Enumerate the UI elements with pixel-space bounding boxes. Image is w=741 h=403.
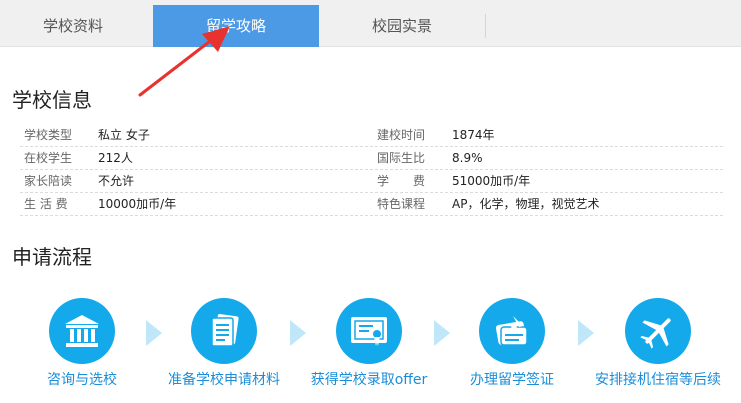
- info-label: 学 费: [377, 174, 426, 188]
- process-step[interactable]: 办理留学签证: [437, 298, 587, 389]
- tab-divider: [485, 14, 486, 38]
- info-value: 1874年: [452, 128, 495, 142]
- tab-campus-photos[interactable]: 校园实景: [319, 5, 485, 47]
- process-step[interactable]: 准备学校申请材料: [149, 298, 299, 389]
- info-label: 在校学生: [24, 151, 73, 165]
- info-value: AP，化学，物理，视觉艺术: [452, 197, 600, 211]
- certificate-icon: [351, 317, 387, 346]
- info-value: 私立 女子: [98, 128, 150, 142]
- step-circle: [479, 298, 545, 364]
- step-label: 安排接机住宿等后续: [595, 372, 721, 388]
- info-row: 生 活 费 10000加币/年 特色课程 AP，化学，物理，视觉艺术: [20, 193, 723, 216]
- step-circle: [625, 298, 691, 364]
- info-value: 212人: [98, 151, 133, 165]
- step-circle: [49, 298, 115, 364]
- tab-bar: 学校资料 留学攻略 校园实景: [0, 0, 741, 47]
- tab-school-profile[interactable]: 学校资料: [0, 5, 146, 47]
- process-step[interactable]: 安排接机住宿等后续: [583, 298, 733, 389]
- info-row: 在校学生 212人 国际生比 8.9%: [20, 147, 723, 170]
- school-info-title: 学校信息: [12, 88, 92, 112]
- info-label: 生 活 费: [24, 197, 68, 211]
- bank-icon: [65, 315, 99, 347]
- step-label: 获得学校录取offer: [310, 372, 428, 388]
- step-label: 办理留学签证: [470, 372, 554, 388]
- process-step[interactable]: 咨询与选校: [7, 298, 157, 389]
- step-label: 准备学校申请材料: [168, 372, 280, 388]
- info-label: 特色课程: [377, 197, 426, 211]
- process-title: 申请流程: [12, 245, 92, 269]
- process-step[interactable]: 获得学校录取offer: [294, 298, 444, 389]
- info-value: 10000加币/年: [98, 197, 177, 211]
- info-label: 家长陪读: [24, 174, 73, 188]
- school-info-table: 学校类型 私立 女子 建校时间 1874年 在校学生 212人 国际生比 8.9…: [20, 124, 723, 216]
- info-label: 建校时间: [377, 128, 426, 142]
- passport-icon: [495, 316, 528, 346]
- info-value: 8.9%: [452, 151, 483, 165]
- airplane-icon: [640, 318, 671, 349]
- step-circle: [191, 298, 257, 364]
- info-value: 51000加币/年: [452, 174, 531, 188]
- info-value: 不允许: [98, 174, 135, 188]
- step-circle: [336, 298, 402, 364]
- step-label: 咨询与选校: [47, 372, 117, 388]
- red-arrow-annotation: [138, 26, 230, 97]
- info-row: 学校类型 私立 女子 建校时间 1874年: [20, 124, 723, 147]
- info-row: 家长陪读 不允许 学 费 51000加币/年: [20, 170, 723, 193]
- process-steps: 咨询与选校 准备学校申请材料 获得学校录取offer 办理留学签证 安排接机住宿…: [0, 298, 741, 398]
- document-icon: [211, 314, 239, 347]
- info-label: 国际生比: [377, 151, 426, 165]
- info-label: 学校类型: [24, 128, 73, 142]
